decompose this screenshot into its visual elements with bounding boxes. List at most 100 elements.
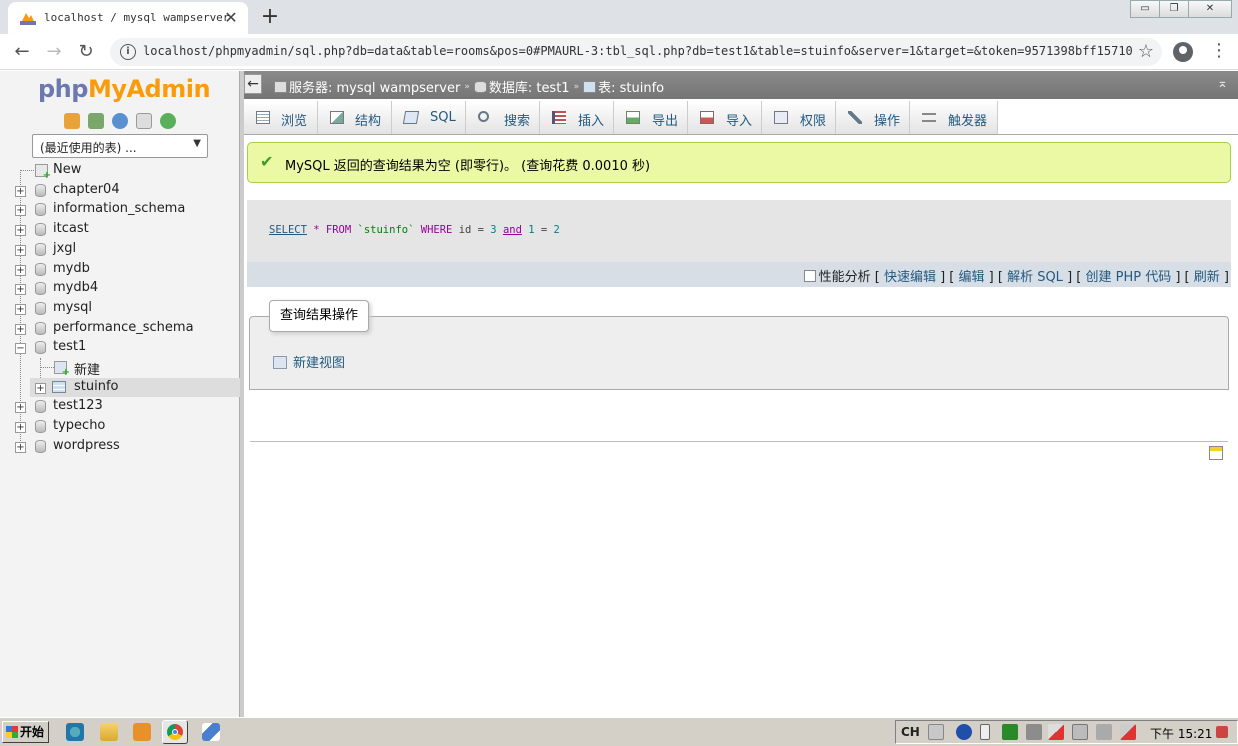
window-close-button[interactable]: ✕ (1188, 0, 1232, 18)
tab-insert[interactable]: 插入 (540, 101, 614, 134)
profile-avatar-icon[interactable] (1173, 42, 1193, 62)
maximize-button[interactable]: ❐ (1159, 0, 1189, 18)
media-player-icon[interactable] (133, 723, 151, 741)
quick-edit-link[interactable]: 快速编辑 (884, 270, 936, 285)
reload-navigation-icon[interactable] (160, 113, 176, 129)
tree-item-stuinfo[interactable]: + stuinfo (30, 377, 240, 397)
keyboard-icon[interactable] (928, 724, 944, 740)
expand-icon[interactable]: + (35, 382, 46, 394)
logout-icon[interactable] (88, 113, 104, 129)
phpmyadmin-logo[interactable]: phpMyAdmin (38, 75, 211, 103)
recent-tables-select[interactable]: (最近使用的表) ... ▼ (32, 134, 208, 158)
expand-icon[interactable]: + (15, 244, 26, 256)
sql-keyword-select[interactable]: SELECT (269, 224, 307, 236)
expand-icon[interactable]: + (15, 422, 26, 434)
tree-item-mydb4[interactable]: + mydb4 (0, 279, 240, 298)
bookmark-star-icon[interactable]: ☆ (1138, 41, 1154, 62)
folder-icon[interactable] (100, 723, 118, 741)
expand-icon[interactable]: + (15, 264, 26, 276)
tray-device-icon[interactable] (1096, 724, 1112, 740)
tree-item-label: typecho (53, 418, 106, 434)
create-view-link[interactable]: 新建视图 (273, 352, 345, 371)
tree-item-jxgl[interactable]: + jxgl (0, 240, 240, 259)
chrome-taskbar-button[interactable] (162, 720, 188, 744)
tray-app-icon[interactable] (1026, 724, 1042, 740)
expand-icon[interactable]: + (15, 225, 26, 237)
tree-item-itcast[interactable]: + itcast (0, 220, 240, 239)
create-php-code-link[interactable]: 创建 PHP 代码 (1085, 270, 1171, 285)
database-icon (35, 242, 46, 256)
edit-link[interactable]: 编辑 (959, 270, 985, 285)
collapse-top-menu-icon[interactable]: ⌅ (1217, 76, 1228, 91)
tab-structure[interactable]: 结构 (318, 101, 392, 134)
tray-expand-icon[interactable] (980, 724, 990, 740)
network-icon[interactable] (1048, 724, 1064, 740)
home-icon[interactable] (64, 113, 80, 129)
tab-privileges[interactable]: 权限 (762, 101, 836, 134)
tree-item-information-schema[interactable]: + information_schema (0, 200, 240, 219)
explain-sql-link[interactable]: 解析 SQL (1007, 270, 1063, 285)
console-icon[interactable] (1209, 446, 1223, 460)
profiling-checkbox[interactable] (803, 270, 816, 282)
expand-icon[interactable]: + (15, 323, 26, 335)
sql-keyword-and[interactable]: and (503, 224, 522, 236)
forward-arrow-icon[interactable]: → (42, 40, 66, 64)
tree-item-new[interactable]: New (0, 161, 240, 181)
tab-search[interactable]: 搜索 (466, 101, 540, 134)
wamp-icon[interactable] (1002, 724, 1018, 740)
internet-explorer-icon[interactable] (66, 723, 84, 741)
expand-icon[interactable]: + (15, 185, 26, 197)
network-connection-icon[interactable] (1072, 724, 1088, 740)
expand-icon[interactable]: + (15, 402, 26, 414)
tree-item-chapter04[interactable]: + chapter04 (0, 181, 240, 200)
volume-muted-icon[interactable] (1120, 724, 1136, 740)
sql-query-text[interactable]: SELECT * FROM `stuinfo` WHERE id = 3 and… (269, 224, 560, 236)
app-icon[interactable] (202, 723, 220, 741)
documentation-icon[interactable] (136, 113, 152, 129)
tree-item-test1[interactable]: − test1 (0, 338, 240, 357)
expand-icon[interactable]: + (15, 303, 26, 315)
breadcrumb-table[interactable]: 表: stuinfo (583, 77, 664, 96)
browser-tab[interactable]: localhost / mysql wampserver ✕ (8, 2, 248, 34)
tree-item-wordpress[interactable]: + wordpress (0, 437, 240, 456)
breadcrumb-database[interactable]: 数据库: test1 (473, 77, 570, 96)
refresh-link[interactable]: 刷新 (1194, 270, 1220, 285)
tab-browse[interactable]: 浏览 (244, 101, 318, 134)
new-tab-button[interactable]: + (258, 4, 282, 29)
tree-item-new-table[interactable]: 新建 (0, 358, 240, 378)
tab-operations[interactable]: 操作 (836, 101, 910, 134)
tab-triggers[interactable]: 触发器 (910, 101, 998, 134)
start-button[interactable]: 开始 (2, 721, 49, 743)
expand-icon[interactable]: + (15, 441, 26, 453)
tray-notification-icon[interactable] (1216, 726, 1228, 738)
tree-item-mydb[interactable]: + mydb (0, 260, 240, 279)
help-tray-icon[interactable] (956, 724, 972, 740)
breadcrumb-database-label: 数据库: test1 (488, 81, 570, 96)
tree-item-test123[interactable]: + test123 (0, 397, 240, 416)
minimize-button[interactable]: ▭ (1130, 0, 1160, 18)
tab-sql[interactable]: SQL (392, 101, 466, 134)
breadcrumb-server[interactable]: 服务器: mysql wampserver (274, 77, 460, 96)
tab-close-icon[interactable]: ✕ (222, 8, 240, 27)
panel-resize-handle[interactable] (240, 71, 244, 717)
url-text[interactable]: localhost/phpmyadmin/sql.php?db=data&tab… (143, 44, 1133, 58)
input-language-indicator[interactable]: CH (901, 725, 920, 739)
site-info-icon[interactable]: i (120, 44, 136, 60)
help-icon[interactable] (112, 113, 128, 129)
browser-menu-icon[interactable]: ⋮ (1210, 40, 1228, 61)
tab-export[interactable]: 导出 (614, 101, 688, 134)
collapse-icon[interactable]: − (15, 343, 26, 355)
expand-icon[interactable]: + (15, 205, 26, 217)
address-bar[interactable]: i localhost/phpmyadmin/sql.php?db=data&t… (110, 38, 1162, 66)
tree-item-mysql[interactable]: + mysql (0, 299, 240, 318)
hide-navigation-icon[interactable]: ← (244, 74, 262, 94)
tree-item-typecho[interactable]: + typecho (0, 417, 240, 436)
database-icon (35, 420, 46, 434)
back-arrow-icon[interactable]: ← (10, 40, 34, 64)
reload-icon[interactable]: ↻ (74, 40, 98, 64)
expand-icon[interactable]: + (15, 284, 26, 296)
sql-column: id = (458, 224, 491, 236)
tab-import[interactable]: 导入 (688, 101, 762, 134)
clock[interactable]: 下午 15:21 (1150, 725, 1212, 742)
tree-item-performance-schema[interactable]: + performance_schema (0, 319, 240, 338)
